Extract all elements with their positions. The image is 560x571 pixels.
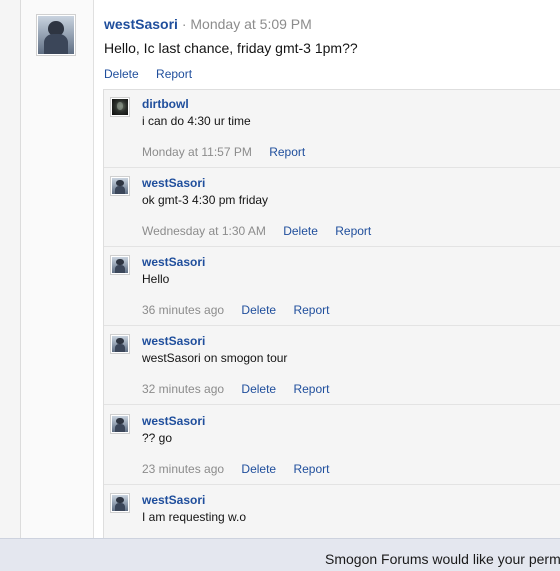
comment-meta: 32 minutes ago Delete Report [142, 382, 343, 397]
comment-text: I am requesting w.o [142, 510, 247, 524]
delete-link[interactable]: Delete [283, 224, 318, 238]
avatar-image [112, 178, 128, 194]
commenter-username-link[interactable]: dirtbowl [142, 97, 189, 112]
comment-meta: Monday at 11:57 PM Report [142, 145, 319, 160]
report-link[interactable]: Report [335, 224, 371, 238]
report-link[interactable]: Report [293, 462, 329, 476]
comment-text: i can do 4:30 ur time [142, 114, 251, 128]
delete-link[interactable]: Delete [104, 67, 139, 81]
comment-meta: 36 minutes ago Delete Report [142, 303, 343, 318]
commenter-avatar[interactable] [110, 97, 130, 117]
report-link[interactable]: Report [293, 382, 329, 396]
report-link[interactable]: Report [269, 145, 305, 159]
delete-link[interactable]: Delete [241, 382, 276, 396]
post-actions: Delete Report [104, 67, 206, 82]
avatar[interactable] [36, 14, 76, 56]
comment-timestamp[interactable]: 36 minutes ago [142, 303, 224, 317]
avatar-image [112, 99, 128, 115]
avatar-image [112, 416, 128, 432]
avatar-image [38, 16, 74, 54]
post-header: westSasori · Monday at 5:09 PM [104, 15, 312, 33]
comment-item: westSasori westSasori on smogon tour 32 … [104, 327, 560, 405]
commenter-avatar[interactable] [110, 414, 130, 434]
post-timestamp[interactable]: Monday at 5:09 PM [190, 16, 311, 32]
left-gutter [0, 0, 20, 538]
comment-text: ?? go [142, 431, 173, 445]
post-username-link[interactable]: westSasori [104, 16, 178, 32]
comment-meta: 23 minutes ago Delete Report [142, 462, 343, 477]
avatar-image [112, 495, 128, 511]
commenter-username-link[interactable]: westSasori [142, 176, 205, 191]
comment-timestamp[interactable]: 23 minutes ago [142, 462, 224, 476]
commenter-avatar[interactable] [110, 493, 130, 513]
comment-item: westSasori ok gmt-3 4:30 pm friday Wedne… [104, 169, 560, 247]
commenter-username-link[interactable]: westSasori [142, 493, 205, 508]
separator: · [181, 16, 187, 32]
commenter-username-link[interactable]: westSasori [142, 334, 205, 349]
comment-item: dirtbowl i can do 4:30 ur time Monday at… [104, 90, 560, 168]
comment-list: dirtbowl i can do 4:30 ur time Monday at… [103, 89, 560, 539]
comment-text: ok gmt-3 4:30 pm friday [142, 193, 269, 207]
commenter-avatar[interactable] [110, 255, 130, 275]
commenter-username-link[interactable]: westSasori [142, 255, 205, 270]
notification-text: Smogon Forums would like your permis [325, 551, 560, 567]
comment-item: westSasori ?? go 23 minutes ago Delete R… [104, 407, 560, 485]
report-link[interactable]: Report [156, 67, 192, 81]
commenter-avatar[interactable] [110, 176, 130, 196]
avatar-image [112, 257, 128, 273]
delete-link[interactable]: Delete [241, 462, 276, 476]
commenter-username-link[interactable]: westSasori [142, 414, 205, 429]
delete-link[interactable]: Delete [241, 303, 276, 317]
comment-timestamp[interactable]: Wednesday at 1:30 AM [142, 224, 266, 238]
comment-text: westSasori on smogon tour [142, 351, 288, 365]
comment-text: Hello [142, 272, 170, 286]
comment-meta: Wednesday at 1:30 AM Delete Report [142, 224, 385, 239]
notification-permission-bar[interactable]: Smogon Forums would like your permis [0, 538, 560, 571]
post-message: Hello, Ic last chance, friday gmt-3 1pm?… [104, 40, 358, 56]
profile-post: westSasori · Monday at 5:09 PM Hello, Ic… [20, 0, 560, 539]
report-link[interactable]: Report [293, 303, 329, 317]
comment-item: westSasori Hello 36 minutes ago Delete R… [104, 248, 560, 326]
commenter-avatar[interactable] [110, 334, 130, 354]
avatar-image [112, 336, 128, 352]
avatar-column [21, 0, 94, 538]
comment-timestamp[interactable]: Monday at 11:57 PM [142, 145, 252, 159]
comment-timestamp[interactable]: 32 minutes ago [142, 382, 224, 396]
